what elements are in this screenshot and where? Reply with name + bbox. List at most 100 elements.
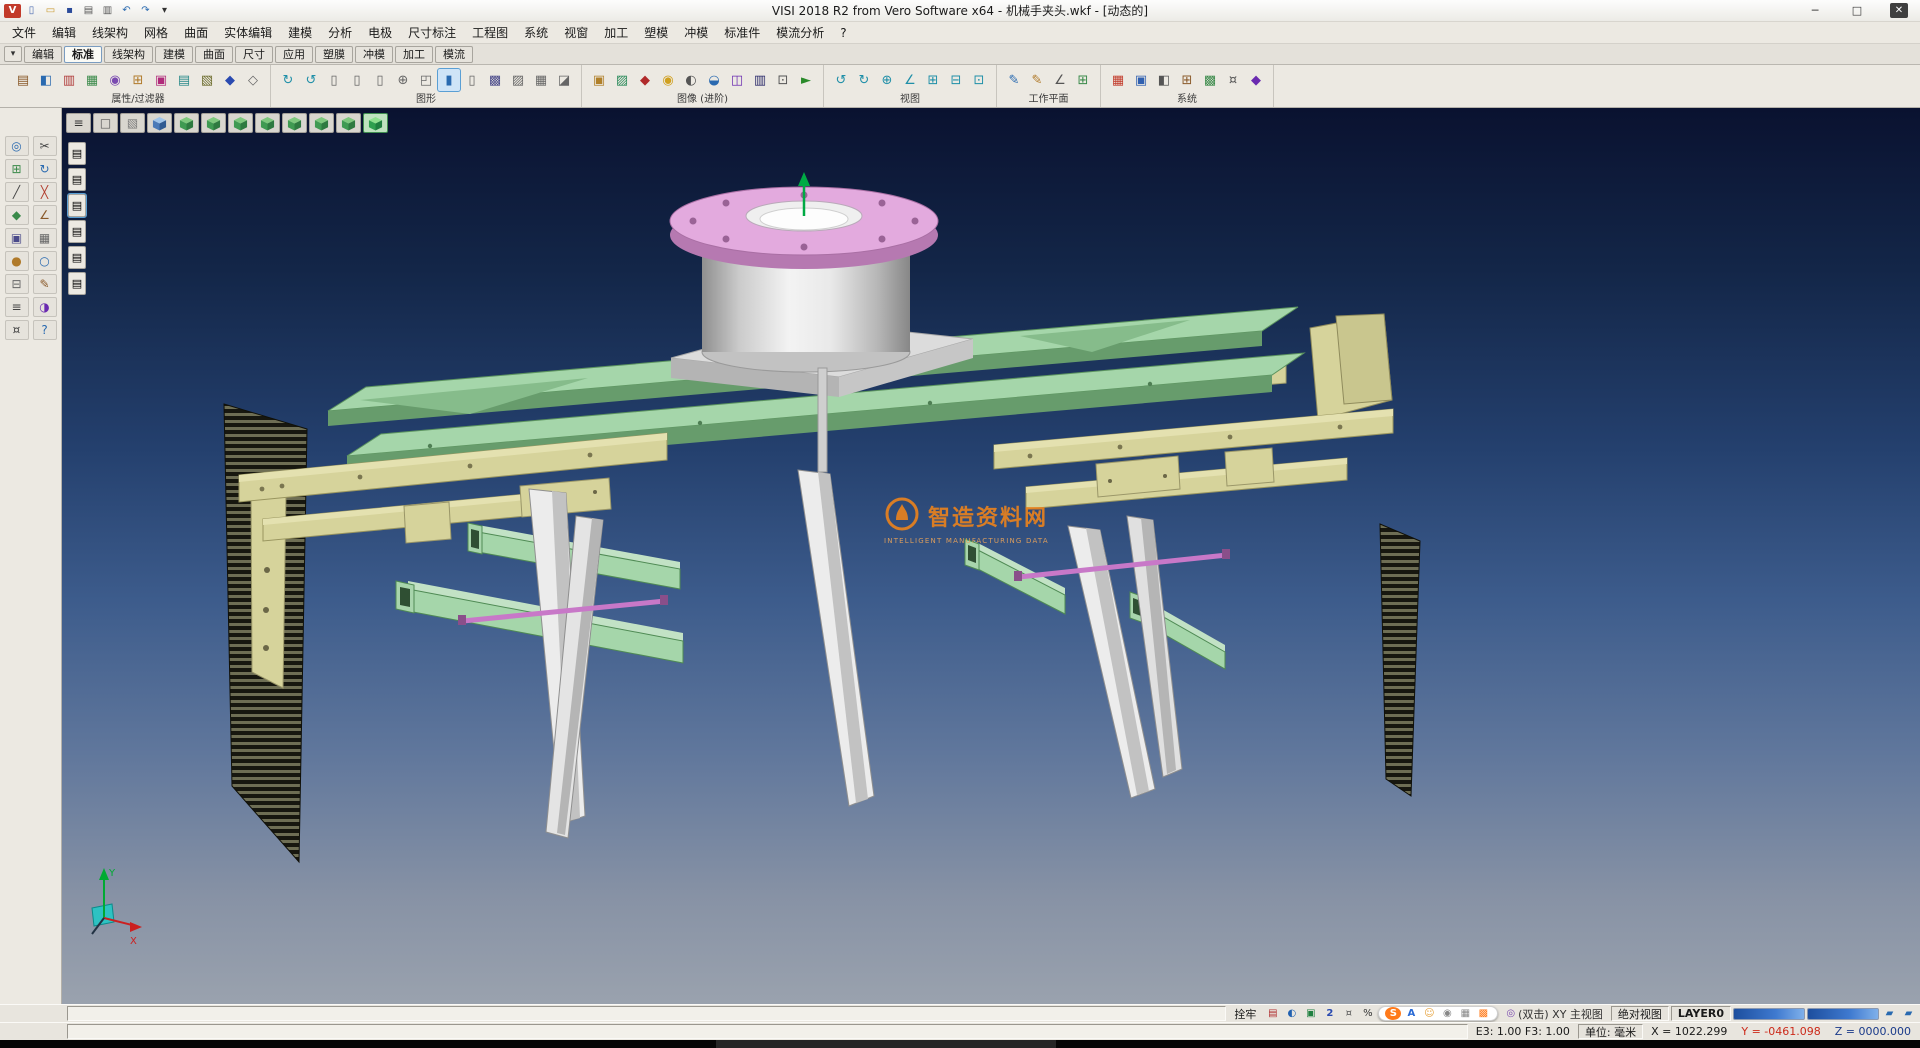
menu-item-7[interactable]: 建模 <box>280 22 320 43</box>
dynamic-view-icon[interactable]: ⊕ <box>876 69 898 91</box>
point-icon[interactable]: ● <box>5 251 29 271</box>
viewport-3d[interactable]: ≡□▧ ▤▤▤▤▤▤ 智造资料网 INTELLIGENT MANUFACTURI… <box>62 108 1920 1004</box>
trim-icon[interactable]: ✂ <box>33 136 57 156</box>
render-texture-icon[interactable]: ▨ <box>611 69 633 91</box>
menu-item-14[interactable]: 加工 <box>596 22 636 43</box>
layer-filter-icon[interactable]: ▥ <box>58 69 80 91</box>
menu-item-8[interactable]: 分析 <box>320 22 360 43</box>
taskbar-item[interactable] <box>716 1040 1056 1048</box>
shaded-mode-icon[interactable]: ▣ <box>5 228 29 248</box>
annotate-icon[interactable]: ✎ <box>33 274 57 294</box>
undo-icon[interactable]: ↶ <box>118 4 135 18</box>
render-flag-icon[interactable]: ▣ <box>1302 1007 1319 1021</box>
menu-item-19[interactable]: ? <box>832 24 854 42</box>
workplane-rotate-icon[interactable]: ∠ <box>1049 69 1071 91</box>
menu-item-5[interactable]: 曲面 <box>176 22 216 43</box>
zoom-out-icon[interactable]: ⊟ <box>945 69 967 91</box>
tab-9[interactable]: 冲模 <box>355 46 393 63</box>
tab-11[interactable]: 模流 <box>435 46 473 63</box>
wire-mode-icon[interactable]: ▦ <box>530 69 552 91</box>
workplane-xy-icon[interactable]: ✎ <box>1003 69 1025 91</box>
app-logo-icon[interactable]: V <box>4 4 21 18</box>
help-icon[interactable]: ? <box>33 320 57 340</box>
tab-3[interactable]: 线架构 <box>104 46 153 63</box>
sogou-logo-icon[interactable]: S <box>1385 1007 1401 1020</box>
open-file-icon[interactable]: ▭ <box>42 4 59 18</box>
view-wireframe-icon[interactable]: □ <box>93 113 118 133</box>
dock-panel-3-icon[interactable]: ▤ <box>68 194 86 217</box>
workplane-align-icon[interactable]: ✎ <box>1026 69 1048 91</box>
plot-preview-icon[interactable]: ▥ <box>99 4 116 18</box>
layer-cell[interactable]: LAYER0 <box>1671 1006 1731 1021</box>
menu-item-10[interactable]: 尺寸标注 <box>400 22 464 43</box>
view-cube-iso-2-icon[interactable] <box>336 113 361 133</box>
menu-item-6[interactable]: 实体编辑 <box>216 22 280 43</box>
menu-item-13[interactable]: 视窗 <box>556 22 596 43</box>
snapshot-icon[interactable]: ⊡ <box>772 69 794 91</box>
tab-4[interactable]: 建模 <box>155 46 193 63</box>
line-icon[interactable]: ╱ <box>5 182 29 202</box>
redraw-icon[interactable]: ↻ <box>277 69 299 91</box>
minimize-button[interactable]: ─ <box>1794 0 1836 21</box>
view-cube-top-icon[interactable] <box>174 113 199 133</box>
gear-icon[interactable]: ¤ <box>1340 1007 1357 1021</box>
translate-icon[interactable]: ⊞ <box>5 159 29 179</box>
dock-panel-2-icon[interactable]: ▤ <box>68 168 86 191</box>
indicator-2-icon[interactable]: ▰ <box>1900 1007 1917 1021</box>
new-file-icon[interactable]: ▯ <box>23 4 40 18</box>
dock-panel-6-icon[interactable]: ▤ <box>68 272 86 295</box>
filter-off-icon[interactable]: ◇ <box>242 69 264 91</box>
menu-item-12[interactable]: 系统 <box>516 22 556 43</box>
display-settings-icon[interactable]: ▣ <box>1130 69 1152 91</box>
tab-2[interactable]: 标准 <box>64 46 102 63</box>
percent-icon[interactable]: % <box>1359 1007 1376 1021</box>
view-mode-cell[interactable]: 绝对视图 <box>1611 1006 1669 1021</box>
type-filter-icon[interactable]: ▦ <box>81 69 103 91</box>
system-options-icon[interactable]: ¤ <box>1222 69 1244 91</box>
animation-icon[interactable]: ► <box>795 69 817 91</box>
select-by-type-icon[interactable]: ▧ <box>196 69 218 91</box>
mirror-icon[interactable]: ◑ <box>33 297 57 317</box>
pan-icon[interactable]: ⊕ <box>392 69 414 91</box>
save-file-icon[interactable]: ▪ <box>61 4 78 18</box>
maximize-button[interactable]: □ <box>1836 0 1878 21</box>
zoom-window-icon[interactable]: ◰ <box>415 69 437 91</box>
dock-panel-5-icon[interactable]: ▤ <box>68 246 86 269</box>
regenerate-icon[interactable]: ↺ <box>300 69 322 91</box>
tab-dropdown-icon[interactable]: ▾ <box>4 46 22 62</box>
select-by-color-icon[interactable]: ▣ <box>150 69 172 91</box>
tab-10[interactable]: 加工 <box>395 46 433 63</box>
zoom-in-icon[interactable]: ⊞ <box>922 69 944 91</box>
fit-view-icon[interactable]: ⊡ <box>968 69 990 91</box>
workplane-new-icon[interactable]: ⊞ <box>1072 69 1094 91</box>
circle-icon[interactable]: ○ <box>33 251 57 271</box>
menu-item-11[interactable]: 工程图 <box>464 22 516 43</box>
view-split-4-icon[interactable]: ▯ <box>369 69 391 91</box>
materials-icon[interactable]: ◆ <box>634 69 656 91</box>
tab-7[interactable]: 应用 <box>275 46 313 63</box>
menu-item-17[interactable]: 标准件 <box>716 22 768 43</box>
tab-6[interactable]: 尺寸 <box>235 46 273 63</box>
menu-item-15[interactable]: 塑模 <box>636 22 676 43</box>
snap-toggle[interactable]: 拴牢 <box>1228 1006 1262 1021</box>
view-cube-front-icon[interactable] <box>201 113 226 133</box>
menu-item-9[interactable]: 电极 <box>360 22 400 43</box>
calculator-icon[interactable]: ⊞ <box>1176 69 1198 91</box>
view-single-icon[interactable]: ▯ <box>323 69 345 91</box>
menu-item-16[interactable]: 冲模 <box>676 22 716 43</box>
print-icon[interactable]: ▤ <box>80 4 97 18</box>
delete-icon[interactable]: ╳ <box>33 182 57 202</box>
view-cube-current-icon[interactable] <box>363 113 388 133</box>
tab-8[interactable]: 塑膜 <box>315 46 353 63</box>
align-view-icon[interactable]: ∠ <box>899 69 921 91</box>
background-icon[interactable]: ▥ <box>749 69 771 91</box>
dock-panel-1-icon[interactable]: ▤ <box>68 142 86 165</box>
menu-item-3[interactable]: 线架构 <box>84 22 136 43</box>
view-cube-left-icon[interactable] <box>255 113 280 133</box>
shadow-icon[interactable]: ◐ <box>680 69 702 91</box>
units-cell[interactable]: 单位: 毫米 <box>1578 1024 1643 1039</box>
view-cube-iso-icon[interactable] <box>147 113 172 133</box>
render-shaded-icon[interactable]: ▣ <box>588 69 610 91</box>
view-page-icon[interactable]: ▯ <box>461 69 483 91</box>
element-filter-icon[interactable]: ◉ <box>104 69 126 91</box>
